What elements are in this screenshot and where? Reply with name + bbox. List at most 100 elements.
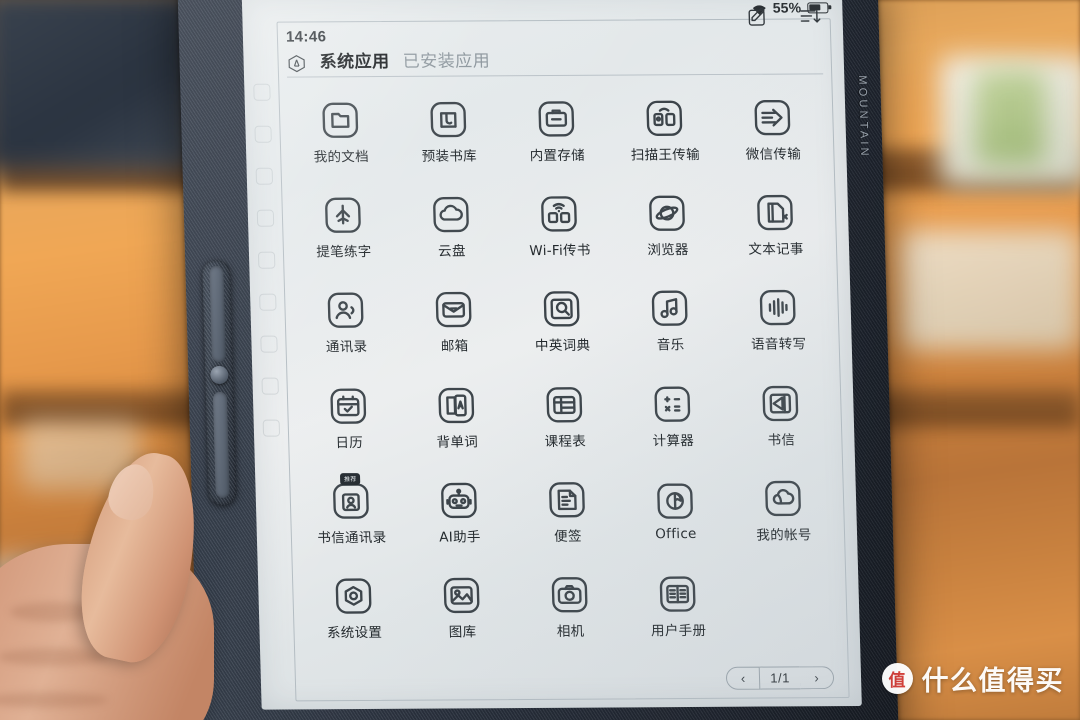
app-label: 背单词 (436, 434, 479, 451)
app-item[interactable]: 计算器 (618, 383, 728, 450)
app-label: Office (655, 525, 697, 543)
next-page-button[interactable]: › (799, 666, 835, 690)
tab-system-apps[interactable]: 系统应用 (319, 52, 390, 72)
app-item[interactable]: 中英词典 (507, 288, 617, 355)
app-item[interactable]: 相机 (515, 574, 625, 641)
app-label: 邮箱 (440, 338, 469, 355)
dictionary-search-icon[interactable] (540, 288, 583, 330)
app-item[interactable]: 用户手册 (623, 573, 733, 640)
app-item[interactable]: 便签 (512, 478, 622, 545)
sidebar-item-apps-grid-icon[interactable] (252, 83, 271, 101)
hexagon-logo-icon (286, 53, 307, 73)
wifi-transfer-icon[interactable] (537, 193, 580, 235)
tab-bar: 系统应用 已安装应用 (286, 46, 824, 78)
app-item[interactable]: 文本记事 (720, 191, 830, 258)
app-item[interactable]: AI助手 (404, 479, 514, 546)
app-item[interactable]: 我的文档 (286, 99, 396, 166)
sidebar-item-document-icon[interactable] (253, 125, 272, 143)
wechat-transfer-icon[interactable] (751, 96, 794, 138)
hand-holding-device (0, 443, 300, 720)
watermark: 值 什么值得买 (881, 659, 1065, 698)
app-label: 书信通讯录 (317, 529, 387, 547)
calendar-check-icon[interactable] (327, 385, 370, 427)
app-label: 音乐 (656, 337, 685, 354)
user-manual-book-icon[interactable] (656, 573, 699, 615)
sidebar-item-contacts-icon[interactable] (258, 293, 277, 311)
scanner-transfer-icon[interactable] (643, 97, 686, 139)
sticky-note-icon[interactable] (545, 479, 588, 521)
mail-envelope-icon[interactable] (432, 289, 475, 331)
sidebar-item-settings-icon[interactable] (262, 419, 280, 437)
app-item[interactable]: 预装书库 (394, 98, 504, 165)
sidebar-item-book-icon[interactable] (259, 335, 278, 353)
app-item[interactable]: 书信 (726, 382, 836, 449)
voice-waveform-icon[interactable] (756, 287, 799, 329)
music-note-icon[interactable] (648, 287, 691, 329)
app-badge: 推荐 (339, 473, 361, 486)
app-item[interactable]: Office (620, 480, 730, 543)
office-icon[interactable] (653, 480, 696, 522)
app-label: 微信传输 (745, 146, 802, 163)
app-item[interactable]: 邮箱 (399, 289, 509, 356)
text-notes-icon[interactable] (753, 191, 796, 233)
prev-page-button[interactable]: ‹ (725, 666, 761, 690)
calligraphy-yong-icon[interactable] (321, 194, 364, 236)
gallery-photo-icon[interactable] (440, 575, 483, 617)
letter-mail-icon[interactable] (759, 382, 802, 424)
app-item[interactable]: 微信传输 (718, 96, 828, 163)
app-label: 内置存储 (529, 147, 586, 164)
stylus-button[interactable] (210, 365, 229, 384)
book-prop-dark (0, 0, 200, 173)
app-item[interactable]: 课程表 (510, 383, 620, 450)
sort-list-icon[interactable] (798, 5, 821, 27)
camera-icon[interactable] (548, 574, 591, 616)
app-item[interactable]: 扫描王传输 (610, 97, 720, 164)
app-label: 扫描王传输 (630, 146, 701, 164)
watermark-text: 什么值得买 (921, 666, 1064, 697)
timetable-icon[interactable] (543, 383, 586, 425)
sidebar-item-note-icon[interactable] (257, 251, 275, 269)
tab-installed-apps[interactable]: 已安装应用 (402, 51, 490, 72)
cloud-drive-icon[interactable] (429, 193, 472, 235)
calculator-icon[interactable] (651, 383, 694, 425)
app-label: 用户手册 (650, 623, 707, 640)
sidebar-item-file-icon[interactable] (260, 377, 279, 395)
contacts-person-icon[interactable] (324, 289, 367, 331)
app-label: Wi-Fi传书 (529, 242, 591, 260)
account-cloud-icon[interactable] (761, 477, 804, 519)
flashcard-word-icon[interactable] (435, 384, 478, 426)
app-label: 图库 (448, 624, 477, 641)
app-item[interactable]: 音乐 (615, 287, 725, 354)
app-item[interactable]: 提笔练字 (288, 194, 398, 261)
browser-planet-icon[interactable] (645, 192, 688, 234)
app-item[interactable]: 我的帐号 (728, 477, 838, 544)
sidebar-item-calendar-grid-icon[interactable] (256, 209, 274, 227)
app-label: 提笔练字 (316, 244, 372, 261)
app-item[interactable]: 日历 (294, 384, 404, 451)
app-item[interactable]: Wi-Fi传书 (504, 193, 614, 260)
folder-document-icon[interactable] (319, 99, 362, 141)
app-item[interactable]: 背单词 (402, 384, 512, 451)
settings-gear-icon[interactable] (332, 575, 375, 617)
app-item[interactable]: 系统设置 (299, 575, 409, 642)
app-item[interactable]: 浏览器 (612, 192, 722, 259)
pagination-control: ‹ 1/1 › (725, 666, 835, 690)
bookshelf-icon[interactable] (427, 98, 470, 140)
app-item[interactable]: 云盘 (396, 193, 506, 260)
ai-robot-icon[interactable] (437, 479, 480, 521)
eink-screen[interactable]: 55% 14:46 系统应用 已安装应用 我的文档 预装书库 内置存储 扫描王传… (241, 0, 862, 710)
panel-action-icons (746, 5, 821, 27)
app-item[interactable]: 推荐 书信通讯录 (296, 473, 406, 547)
app-label: 系统设置 (326, 625, 383, 642)
app-item[interactable]: 内置存储 (502, 97, 612, 164)
storage-box-icon[interactable] (535, 97, 578, 139)
watermark-logo-icon: 值 (881, 663, 913, 694)
sidebar-item-library-icon[interactable] (255, 167, 273, 185)
app-item[interactable]: 图库 (407, 574, 517, 641)
device-brand-text: MOUNTAIN (856, 75, 871, 159)
app-item[interactable]: 语音转写 (723, 287, 833, 354)
app-label: 日历 (335, 434, 364, 451)
app-item[interactable]: 通讯录 (291, 289, 401, 356)
edit-pencil-icon[interactable] (746, 6, 769, 28)
letter-contacts-icon[interactable]: 推荐 (329, 473, 372, 522)
